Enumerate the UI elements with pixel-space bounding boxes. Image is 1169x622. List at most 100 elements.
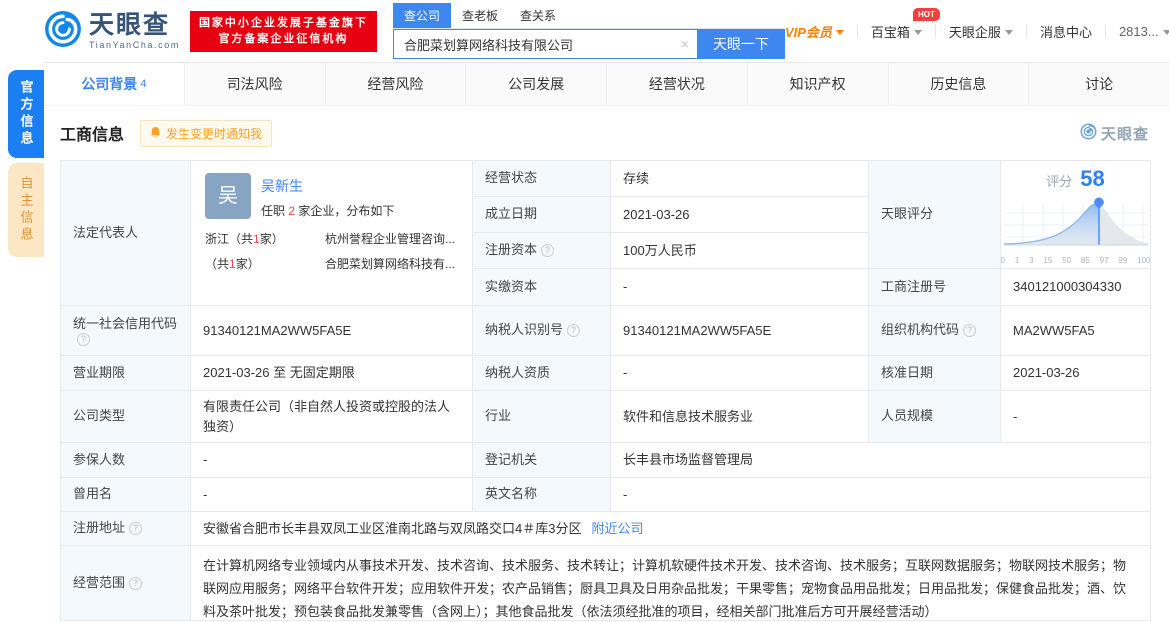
menu-user-account[interactable]: 2813... (1119, 24, 1169, 39)
field-value-paid-capital: - (611, 269, 869, 306)
field-value-business-scope: 在计算机网络专业领域内从事技术开发、技术咨询、技术服务、技术转让；计算机软硬件技… (191, 546, 1151, 621)
menu-vip[interactable]: VIP会员 (785, 22, 844, 41)
score-caption: 评分 (1046, 173, 1073, 189)
question-icon[interactable]: ? (129, 576, 143, 590)
legal-rep-tenure: 任职 2 家企业，分布如下 (261, 204, 395, 218)
field-value-established: 2021-03-26 (611, 197, 869, 233)
business-info-table: 法定代表人 吴 吴新生 任职 2 家企业，分布如下 浙江（共1家） 杭州誉程企业… (60, 160, 1151, 621)
field-value-reg-capital: 100万人民币 (611, 233, 869, 269)
field-label-taxpayer-quality: 纳税人资质 (473, 356, 611, 391)
tab-operating-status[interactable]: 经营状况 (607, 63, 748, 105)
field-value-company-type: 有限责任公司（非自然人投资或控股的法人独资） (191, 391, 473, 443)
chevron-down-icon (835, 29, 844, 35)
tab-company-background[interactable]: 公司背景 4 (44, 63, 185, 105)
field-label-reg-capital: 注册资本? (473, 233, 611, 269)
legal-rep-name-link[interactable]: 吴新生 (261, 176, 394, 197)
logo-subtitle: TianYanCha.com (89, 39, 180, 50)
gov-badge-line1: 国家中小企业发展子基金旗下 (198, 16, 368, 29)
question-icon[interactable]: ? (963, 324, 977, 337)
nearby-companies-link[interactable]: 附近公司 (591, 519, 643, 539)
rep-company-link[interactable]: 杭州誉程企业管理咨询... (325, 230, 458, 248)
chevron-down-icon (1162, 29, 1169, 35)
field-label-term: 营业期限 (61, 356, 191, 391)
tab-operating-risk[interactable]: 经营风险 (326, 63, 467, 105)
notify-on-change-button[interactable]: 发生变更时通知我 (140, 119, 273, 147)
field-label-org-code: 组织机构代码? (869, 306, 1001, 356)
field-value-org-code: MA2WW5FA5 (1001, 306, 1151, 356)
field-label-registry: 登记机关 (473, 443, 611, 478)
field-label-english-name: 英文名称 (473, 478, 611, 512)
field-label-status: 经营状态 (473, 161, 611, 197)
question-icon[interactable]: ? (567, 324, 581, 337)
menu-enterprise-service[interactable]: 天眼企服 (949, 22, 1013, 41)
field-value-former-name: - (191, 478, 473, 512)
top-menu: VIP会员 HOT 百宝箱 天眼企服 消息中心 2813... (785, 7, 1169, 41)
rep-distribution-row: 浙江（共1家） 杭州誉程企业管理咨询... (205, 230, 458, 248)
score-value: 58 (1080, 165, 1105, 191)
field-label-legal-rep: 法定代表人 (61, 161, 191, 306)
clear-search-icon[interactable]: × (681, 35, 689, 53)
sidebar-tab-official-info[interactable]: 官方信息 (8, 70, 44, 158)
search-tabs: 查公司 查老板 查关系 (392, 3, 785, 29)
search-tab-company[interactable]: 查公司 (392, 3, 451, 28)
field-value-reg-number: 340121000304330 (1001, 269, 1151, 306)
tianyancha-swirl-icon (44, 10, 82, 53)
field-label-taxpayer-id: 纳税人识别号? (473, 306, 611, 356)
tianyancha-logo[interactable]: 天眼查 TianYanCha.com (44, 10, 180, 53)
score-bell-curve-chart: 013 155085 9799100 (1001, 197, 1150, 268)
field-value-registry: 长丰县市场监督管理局 (611, 443, 1151, 478)
field-label-established: 成立日期 (473, 197, 611, 233)
bell-icon (150, 126, 161, 141)
tab-history-info[interactable]: 历史信息 (889, 63, 1030, 105)
divider (1025, 24, 1027, 38)
chevron-down-icon (1004, 29, 1013, 35)
field-label-former-name: 曾用名 (61, 478, 191, 512)
field-label-company-type: 公司类型 (61, 391, 191, 443)
tianyancha-watermark: 天眼查 (1080, 122, 1149, 144)
field-label-approved-date: 核准日期 (869, 356, 1001, 391)
field-value-address: 安徽省合肥市长丰县双凤工业区淮南北路与双凤路交口4＃库3分区 附近公司 (191, 512, 1151, 546)
tab-intellectual-property[interactable]: 知识产权 (748, 63, 889, 105)
avatar[interactable]: 吴 (205, 173, 251, 219)
tab-discussion[interactable]: 讨论 (1029, 63, 1169, 105)
field-value-industry: 软件和信息技术服务业 (611, 391, 869, 443)
question-icon[interactable]: ? (541, 244, 555, 257)
rep-company-link[interactable]: 合肥菜划算网络科技有... (325, 255, 458, 273)
field-value-term: 2021-03-26 至 无固定期限 (191, 356, 473, 391)
tab-company-development[interactable]: 公司发展 (466, 63, 607, 105)
business-info-card: 工商信息 发生变更时通知我 天眼查 法定代表人 吴 吴新生 任职 2 家企业，分… (44, 106, 1167, 622)
field-value-english-name: - (611, 478, 1151, 512)
field-value-approved-date: 2021-03-26 (1001, 356, 1151, 391)
search-button[interactable]: 天眼一下 (696, 29, 785, 59)
field-label-tianyan-score: 天眼评分 (869, 161, 1001, 269)
divider (856, 24, 858, 38)
field-value-status: 存续 (611, 161, 869, 197)
rep-distribution-row: （共1家） 合肥菜划算网络科技有... (205, 255, 458, 273)
search-input[interactable] (392, 29, 697, 59)
gov-badge-line2: 官方备案企业征信机构 (218, 33, 349, 45)
menu-message-center[interactable]: 消息中心 (1040, 22, 1092, 41)
field-label-reg-number: 工商注册号 (869, 269, 1001, 306)
question-icon[interactable]: ? (77, 333, 90, 347)
field-value-taxpayer-id: 91340121MA2WW5FA5E (611, 306, 869, 356)
legal-rep-cell: 吴 吴新生 任职 2 家企业，分布如下 浙江（共1家） 杭州誉程企业管理咨询..… (191, 161, 473, 306)
divider (934, 24, 936, 38)
field-label-insured-count: 参保人数 (61, 443, 191, 478)
field-value-insured-count: - (191, 443, 473, 478)
field-value-taxpayer-quality: - (611, 356, 869, 391)
field-value-credit-code: 91340121MA2WW5FA5E (191, 306, 473, 356)
menu-treasure-box[interactable]: HOT 百宝箱 (871, 7, 940, 41)
tianyan-score-cell: 评分 58 1 3 15 50 85 97 99 100 (1001, 161, 1151, 269)
gov-certification-badge: 国家中小企业发展子基金旗下 官方备案企业征信机构 (189, 10, 377, 52)
field-label-credit-code: 统一社会信用代码? (61, 306, 191, 356)
search-tab-relation[interactable]: 查关系 (509, 3, 567, 28)
sidebar-tab-self-info[interactable]: 自主信息 (8, 163, 44, 257)
section-title: 工商信息 (60, 127, 125, 144)
field-label-industry: 行业 (473, 391, 611, 443)
search-area: 查公司 查老板 查关系 × 天眼一下 (392, 3, 785, 59)
field-value-staff-size: - (1001, 391, 1151, 443)
logo-title: 天眼查 (89, 10, 171, 39)
tab-judicial-risk[interactable]: 司法风险 (185, 63, 326, 105)
question-icon[interactable]: ? (129, 522, 143, 535)
search-tab-boss[interactable]: 查老板 (451, 3, 509, 28)
